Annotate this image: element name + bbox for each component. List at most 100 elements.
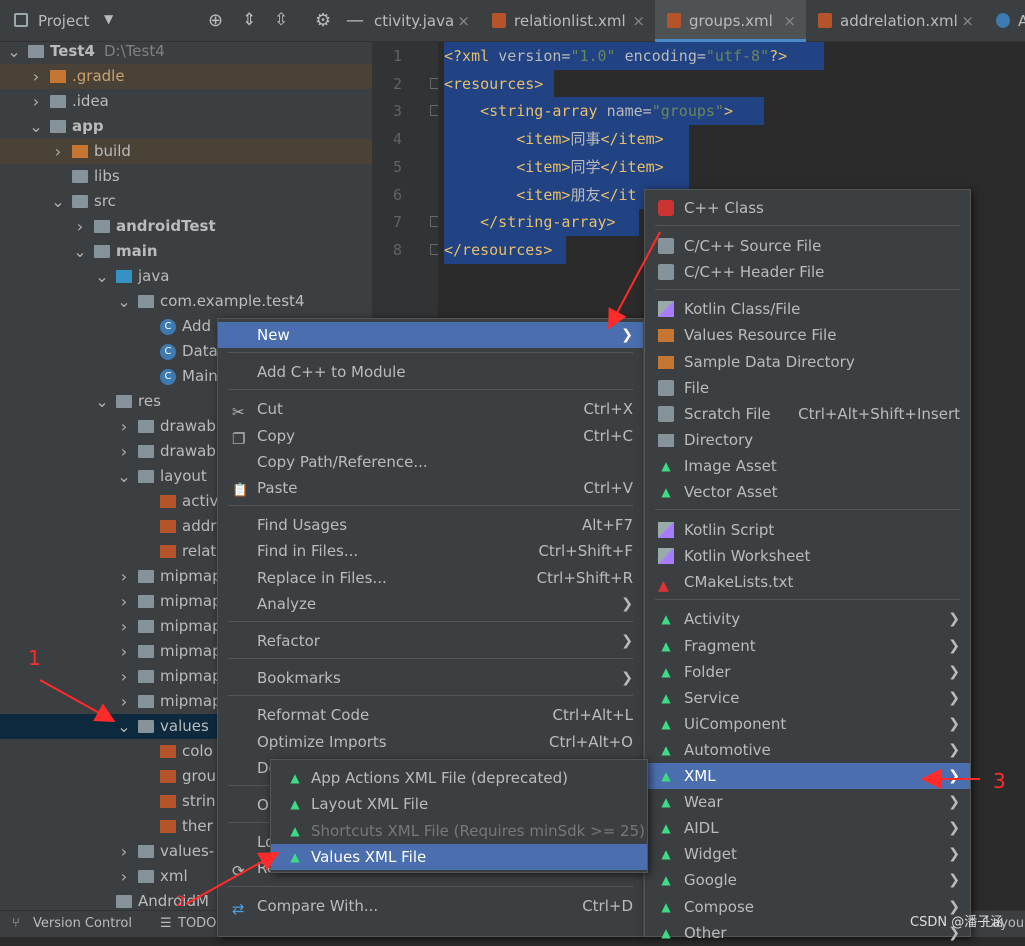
chevron-down-icon[interactable]: ⌄ — [51, 189, 65, 214]
menu-item[interactable]: Find in Files... Ctrl+Shift+F — [218, 538, 643, 564]
todo-tab[interactable]: TODO — [178, 916, 216, 931]
tree-item[interactable]: ⌄ app — [0, 114, 372, 139]
menu-item[interactable]: Replace in Files... Ctrl+Shift+R — [218, 565, 643, 591]
menu-item[interactable]: Scratch File Ctrl+Alt+Shift+Insert — [645, 401, 970, 427]
menu-item[interactable]: ▲ AIDL ❯ — [645, 815, 970, 841]
chevron-down-icon[interactable]: ⌄ — [73, 239, 87, 264]
project-panel-title[interactable]: Project — [38, 12, 89, 30]
menu-item[interactable]: ▲ Wear ❯ — [645, 789, 970, 815]
chevron-right-icon[interactable]: › — [117, 689, 131, 714]
menu-item[interactable]: ▲ Service ❯ — [645, 685, 970, 711]
locate-icon[interactable]: ⊕ — [208, 10, 223, 31]
editor-tab[interactable]: ctivity.java × — [372, 0, 480, 42]
menu-item-label: App Actions XML File (deprecated) — [311, 769, 568, 787]
tree-item[interactable]: › androidTest — [0, 214, 372, 239]
menu-item[interactable]: C/C++ Source File — [645, 233, 970, 259]
menu-item[interactable]: ▲ Google ❯ — [645, 867, 970, 893]
tree-item[interactable]: › .gradle — [0, 64, 372, 89]
chevron-down-icon[interactable]: ⌄ — [95, 389, 109, 414]
chevron-down-icon[interactable]: ⌄ — [117, 464, 131, 489]
tree-item[interactable]: ⌄ com.example.test4 — [0, 289, 372, 314]
menu-item[interactable]: ▲ Fragment ❯ — [645, 633, 970, 659]
menu-item[interactable]: Optimize Imports Ctrl+Alt+O — [218, 729, 643, 755]
menu-item[interactable]: ▲ Vector Asset — [645, 479, 970, 505]
close-icon[interactable]: × — [632, 0, 645, 42]
gear-icon[interactable]: ⚙ — [315, 10, 331, 31]
tree-item[interactable]: ⌄ java — [0, 264, 372, 289]
menu-item[interactable]: Analyze ❯ — [218, 591, 643, 617]
menu-item-label: C/C++ Source File — [684, 236, 822, 255]
menu-item[interactable]: ▲ Automotive ❯ — [645, 737, 970, 763]
menu-item[interactable]: ▲ Widget ❯ — [645, 841, 970, 867]
menu-item[interactable]: Kotlin Class/File — [645, 296, 970, 322]
menu-item[interactable]: Reformat Code Ctrl+Alt+L — [218, 702, 643, 728]
tree-item[interactable]: ⌄ src — [0, 189, 372, 214]
chevron-right-icon[interactable]: › — [117, 664, 131, 689]
chevron-down-icon[interactable]: ⌄ — [29, 114, 43, 139]
chevron-right-icon[interactable]: › — [117, 564, 131, 589]
chevron-right-icon[interactable]: › — [73, 214, 87, 239]
menu-item[interactable]: Bookmarks ❯ — [218, 665, 643, 691]
chevron-down-icon[interactable]: ⌄ — [117, 714, 131, 739]
chevron-down-icon[interactable]: ⌄ — [117, 289, 131, 314]
chevron-right-icon[interactable]: › — [117, 439, 131, 464]
chevron-right-icon[interactable]: › — [117, 614, 131, 639]
close-icon[interactable]: × — [783, 0, 796, 42]
menu-item[interactable]: Sample Data Directory — [645, 349, 970, 375]
menu-item-label: C++ Class — [684, 199, 764, 217]
chevron-right-icon[interactable]: › — [29, 64, 43, 89]
menu-item[interactable]: Refactor ❯ — [218, 628, 643, 654]
chevron-right-icon[interactable]: › — [117, 589, 131, 614]
menu-item[interactable]: App Actions XML File (deprecated) ▲ — [271, 765, 647, 791]
menu-item[interactable]: Layout XML File ▲ — [271, 791, 647, 817]
menu-item[interactable]: Find Usages Alt+F7 — [218, 512, 643, 538]
menu-item[interactable]: ▲ UiComponent ❯ — [645, 711, 970, 737]
expand-all-icon[interactable]: ⇕ — [242, 10, 256, 30]
tree-item[interactable]: libs — [0, 164, 372, 189]
chevron-down-icon[interactable]: ⌄ — [7, 39, 21, 64]
menu-item[interactable]: ✂ Cut Ctrl+X — [218, 396, 643, 422]
tree-item[interactable]: › .idea — [0, 89, 372, 114]
menu-item[interactable]: 📋 Paste Ctrl+V — [218, 475, 643, 501]
chevron-down-icon[interactable]: ▼ — [104, 12, 113, 26]
minimize-icon[interactable]: — — [346, 10, 364, 31]
editor-tab[interactable]: relationlist.xml × — [480, 0, 655, 42]
menu-item[interactable]: ▲ Folder ❯ — [645, 659, 970, 685]
menu-item[interactable]: New ❯ — [218, 322, 643, 348]
menu-item[interactable]: Kotlin Worksheet — [645, 543, 970, 569]
editor-tab[interactable]: addrelation.xml × — [806, 0, 984, 42]
tree-item[interactable]: ⌄ Test4 D:\Test4 — [0, 39, 372, 64]
chevron-right-icon[interactable]: › — [117, 414, 131, 439]
chevron-down-icon[interactable]: ⌄ — [95, 264, 109, 289]
tree-item[interactable]: ⌄ main — [0, 239, 372, 264]
menu-item[interactable]: C++ Class — [645, 195, 970, 221]
menu-item[interactable]: File — [645, 375, 970, 401]
version-control-tab[interactable]: Version Control — [33, 916, 132, 931]
chevron-right-icon[interactable]: › — [117, 639, 131, 664]
collapse-all-icon[interactable]: ⇳ — [274, 10, 288, 30]
chevron-right-icon[interactable]: › — [29, 89, 43, 114]
close-icon[interactable]: × — [961, 0, 974, 42]
editor-tab[interactable]: A — [984, 0, 1025, 42]
menu-item[interactable]: Values XML File ▲ — [271, 843, 647, 870]
chevron-right-icon[interactable]: › — [117, 839, 131, 864]
menu-item[interactable]: Copy Path/Reference... — [218, 449, 643, 475]
editor-tab[interactable]: groups.xml × — [655, 0, 806, 42]
menu-item[interactable]: ▲ Activity ❯ — [645, 606, 970, 632]
menu-item[interactable]: ▲ Image Asset — [645, 453, 970, 479]
menu-item-label: Sample Data Directory — [684, 352, 855, 371]
tree-item[interactable]: › build — [0, 139, 372, 164]
menu-item[interactable]: ▲ XML ❯ — [645, 763, 970, 789]
menu-item[interactable]: Values Resource File — [645, 322, 970, 348]
chevron-right-icon[interactable]: › — [117, 864, 131, 889]
menu-item[interactable]: ❐ Copy Ctrl+C — [218, 423, 643, 449]
folder-icon — [50, 95, 66, 108]
chevron-right-icon[interactable]: › — [51, 139, 65, 164]
menu-item[interactable]: Directory — [645, 427, 970, 453]
close-icon[interactable]: × — [457, 0, 470, 42]
menu-item[interactable]: Kotlin Script — [645, 517, 970, 543]
menu-item[interactable]: ▲ CMakeLists.txt — [645, 569, 970, 595]
menu-item[interactable]: C/C++ Header File — [645, 259, 970, 285]
menu-item[interactable]: ⇄ Compare With... Ctrl+D — [218, 893, 643, 919]
menu-item[interactable]: Add C++ to Module — [218, 359, 643, 385]
